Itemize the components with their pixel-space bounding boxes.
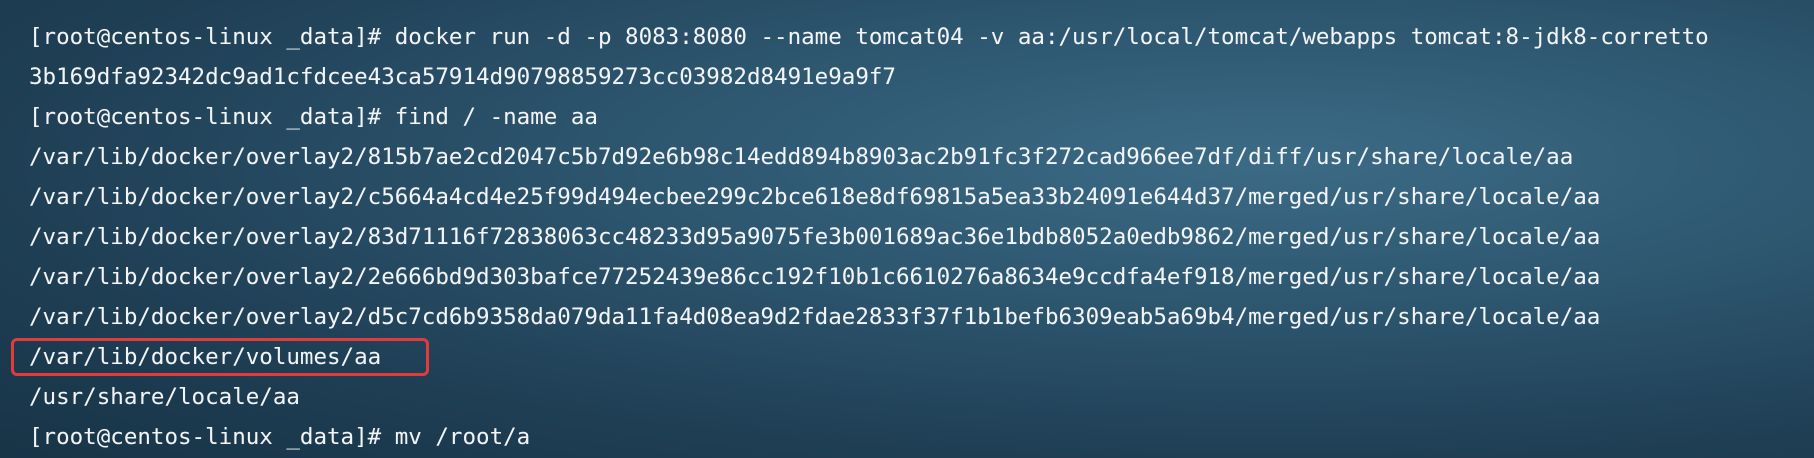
terminal-line-find-result: /var/lib/docker/overlay2/83d71116f728380… xyxy=(29,224,1601,250)
terminal-line-docker-run-command: [root@centos-linux _data]# docker run -d… xyxy=(29,24,1709,50)
terminal-line-find-result: /usr/share/locale/aa xyxy=(29,384,300,410)
terminal-window[interactable]: [root@centos-linux _data]# docker run -d… xyxy=(0,0,1814,458)
volume-path-highlight-box xyxy=(11,338,429,376)
terminal-line-find-result: /var/lib/docker/overlay2/d5c7cd6b9358da0… xyxy=(29,304,1601,330)
terminal-line-find-result: /var/lib/docker/overlay2/c5664a4cd4e25f9… xyxy=(29,184,1601,210)
terminal-line-container-id: 3b169dfa92342dc9ad1cfdcee43ca57914d90798… xyxy=(29,64,896,90)
terminal-line-find-command: [root@centos-linux _data]# find / -name … xyxy=(29,104,598,130)
terminal-line-find-result: /var/lib/docker/overlay2/815b7ae2cd2047c… xyxy=(29,144,1574,170)
terminal-line-find-result: /var/lib/docker/overlay2/2e666bd9d303baf… xyxy=(29,264,1601,290)
terminal-line-current-prompt: [root@centos-linux _data]# mv /root/a xyxy=(29,424,531,450)
